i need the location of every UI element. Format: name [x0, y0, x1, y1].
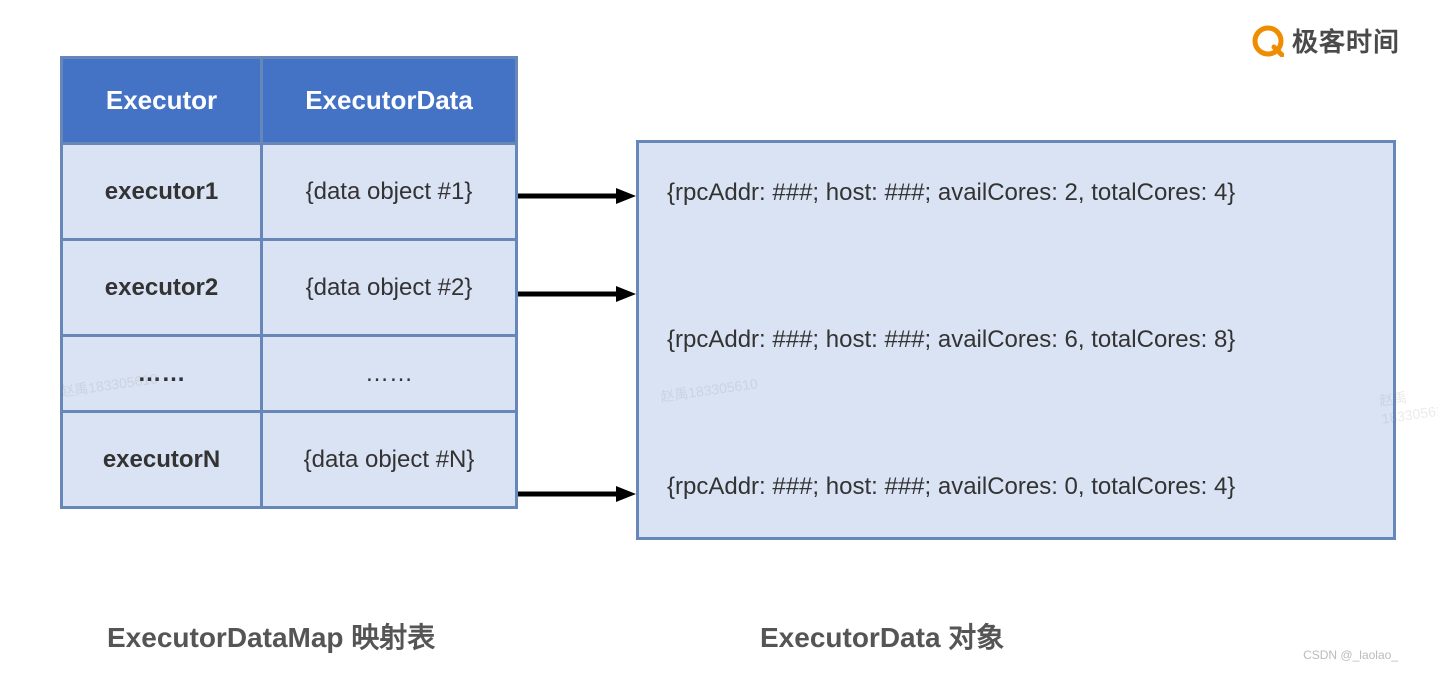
cell-data: ……	[262, 336, 517, 412]
caption-executor-data-map: ExecutorDataMap 映射表	[107, 616, 435, 656]
arrow-icon	[518, 188, 636, 204]
cell-data: {data object #2}	[262, 240, 517, 336]
logo-icon	[1252, 25, 1284, 57]
table-row: executor1 {data object #1}	[62, 144, 517, 240]
cell-data: {data object #N}	[262, 412, 517, 508]
header-executor-data: ExecutorData	[262, 58, 517, 144]
credit-text: CSDN @_laolao_	[1303, 648, 1398, 662]
table-row: …… ……	[62, 336, 517, 412]
detail-row: {rpcAddr: ###; host: ###; availCores: 6,…	[667, 326, 1365, 354]
cell-executor: ……	[62, 336, 262, 412]
cell-executor: executorN	[62, 412, 262, 508]
table-header-row: Executor ExecutorData	[62, 58, 517, 144]
arrow-icon	[518, 486, 636, 502]
header-executor: Executor	[62, 58, 262, 144]
executor-data-detail-box: {rpcAddr: ###; host: ###; availCores: 2,…	[636, 140, 1396, 540]
cell-data: {data object #1}	[262, 144, 517, 240]
arrow-icon	[518, 286, 636, 302]
table-row: executorN {data object #N}	[62, 412, 517, 508]
caption-executor-data-object: ExecutorData 对象	[760, 616, 1004, 656]
table-row: executor2 {data object #2}	[62, 240, 517, 336]
logo-text: 极客时间	[1292, 22, 1400, 59]
executor-data-map-table: Executor ExecutorData executor1 {data ob…	[60, 56, 518, 509]
detail-row: {rpcAddr: ###; host: ###; availCores: 2,…	[667, 179, 1365, 207]
cell-executor: executor1	[62, 144, 262, 240]
detail-row: {rpcAddr: ###; host: ###; availCores: 0,…	[667, 473, 1365, 501]
brand-logo: 极客时间	[1252, 22, 1400, 59]
cell-executor: executor2	[62, 240, 262, 336]
